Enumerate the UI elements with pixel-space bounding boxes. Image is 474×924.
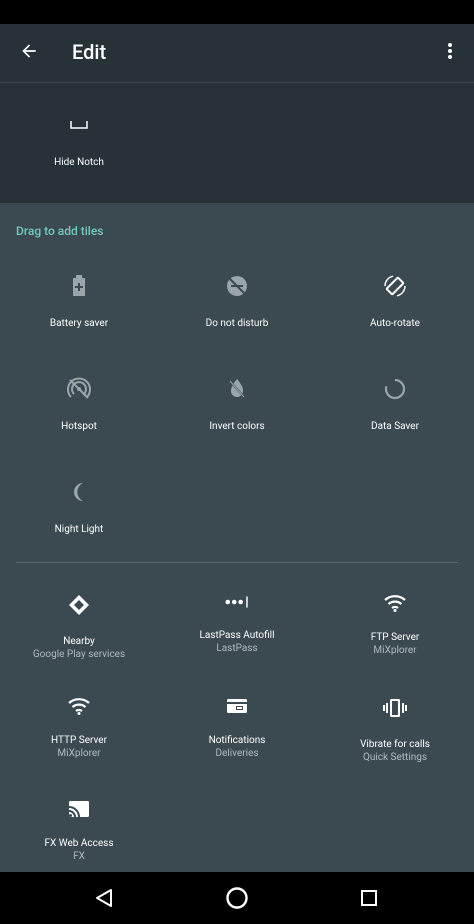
tile-sublabel: Deliveries [215,748,259,759]
tile-label: FTP Server [370,632,420,643]
back-button[interactable] [12,34,46,68]
tile-label: Auto-rotate [370,318,420,329]
tile-http-server[interactable]: HTTP Server MiXplorer [0,667,158,759]
tile-label: Data Saver [371,421,419,432]
app-bar: Edit [0,24,474,82]
tile-label: Night Light [54,524,104,535]
current-tiles-area: Hide Notch [0,83,474,203]
tile-do-not-disturb[interactable]: Do not disturb [158,244,316,334]
wifi-icon [67,697,91,715]
tile-lastpass[interactable]: LastPass Autofill LastPass [158,564,316,654]
tile-sublabel: FX [73,851,85,862]
invert-icon [225,377,249,401]
vibrate-icon [383,697,407,719]
tile-sublabel: MiXplorer [57,748,101,759]
nav-home-button[interactable] [221,882,253,914]
rotate-icon [383,274,407,298]
cast-icon [67,800,91,818]
arrow-back-icon [22,44,36,58]
tile-sublabel: MiXplorer [373,645,417,656]
nav-recents-button[interactable] [353,882,385,914]
tile-night-light[interactable]: Night Light [0,450,158,540]
nav-back-button[interactable] [88,882,120,914]
tile-label: Battery saver [49,318,109,329]
tile-sublabel: LastPass [216,643,258,654]
tile-nearby[interactable]: Nearby Google Play services [0,564,158,660]
tile-auto-rotate[interactable]: Auto-rotate [316,244,474,334]
tile-sublabel: Google Play services [32,649,126,660]
tile-label: FX Web Access [44,838,114,849]
tile-data-saver[interactable]: Data Saver [316,347,474,437]
tile-label: Invert colors [209,421,265,432]
tile-fx-web-access[interactable]: FX Web Access FX [0,770,158,862]
tile-label: Hide Notch [54,157,104,168]
tile-hotspot[interactable]: Hotspot [0,347,158,437]
tile-label: LastPass Autofill [199,630,275,641]
tile-label: Notifications [208,735,266,746]
tile-battery-saver[interactable]: Battery saver [0,244,158,334]
wifi-icon [383,594,407,612]
page-title: Edit [72,40,107,64]
tile-hide-notch[interactable]: Hide Notch [0,83,158,173]
password-icon [225,594,249,610]
tile-label: HTTP Server [51,735,107,746]
tile-label: Vibrate for calls [360,739,430,750]
tile-label: Hotspot [61,421,97,432]
tile-label: Do not disturb [205,318,269,329]
tile-label: Nearby [63,636,95,647]
nav-recents-icon [361,890,377,906]
data-saver-icon [383,377,407,401]
dnd-icon [225,274,249,298]
moon-icon [67,480,91,504]
tile-notifications[interactable]: Notifications Deliveries [158,667,316,759]
battery-icon [67,274,91,298]
card-icon [225,697,249,715]
tile-vibrate-for-calls[interactable]: Vibrate for calls Quick Settings [316,667,474,763]
status-bar [0,0,474,24]
more-vert-icon [448,43,452,59]
tile-invert-colors[interactable]: Invert colors [158,347,316,437]
drag-to-add-title: Drag to add tiles [16,224,104,238]
hotspot-icon [67,377,91,401]
tile-ftp-server[interactable]: FTP Server MiXplorer [316,564,474,656]
tile-sublabel: Quick Settings [362,752,428,763]
navigation-bar [0,872,474,924]
nav-back-icon [96,889,112,907]
overflow-menu-button[interactable] [438,34,462,68]
diamond-icon [67,594,91,616]
nav-home-icon [226,887,248,909]
notch-icon [67,113,91,137]
section-divider [16,562,458,563]
